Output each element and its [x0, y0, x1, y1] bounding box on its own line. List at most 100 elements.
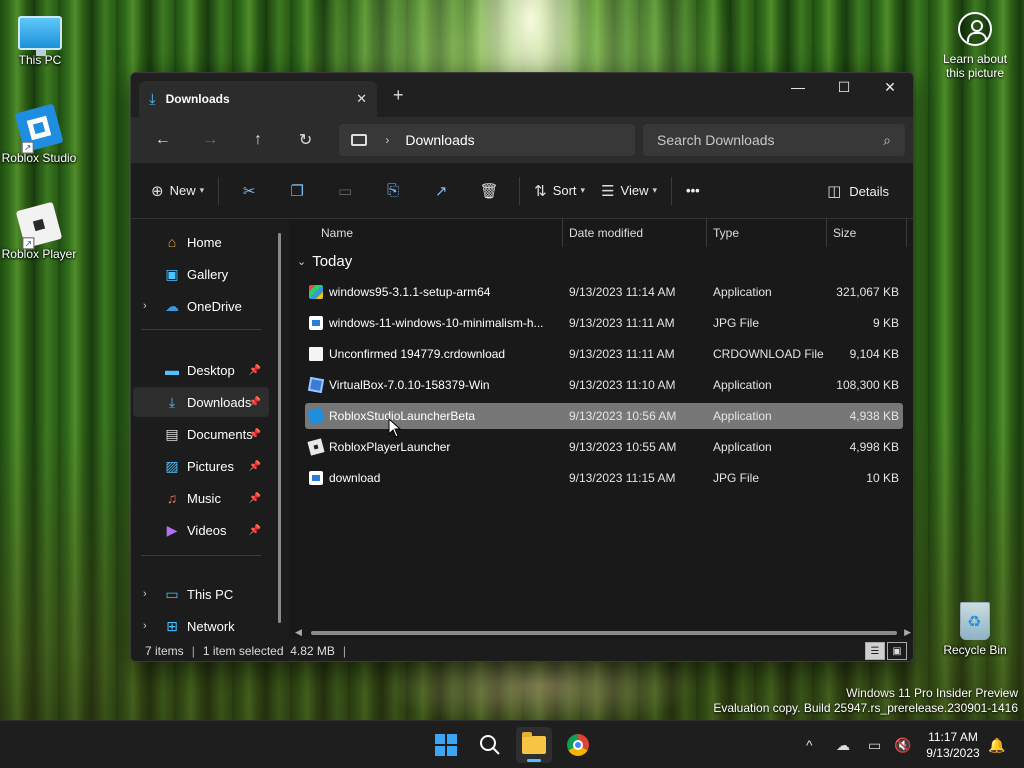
back-button[interactable]: ← — [139, 131, 187, 149]
file-row[interactable]: windows95-3.1.1-setup-arm64 9/13/2023 11… — [305, 279, 903, 305]
file-size: 321,067 KB — [836, 285, 899, 299]
status-separator: | — [191, 644, 195, 658]
nav-item-desktop[interactable]: ▬ Desktop 📌 — [133, 355, 269, 385]
rename-button[interactable]: ⎘ — [369, 175, 417, 207]
nav-item-downloads[interactable]: ⤓ Downloads 📌 — [133, 387, 269, 417]
pc-icon: ▭ — [165, 585, 179, 602]
details-button[interactable]: ◫ Details — [819, 175, 897, 207]
copy-button[interactable]: ❐ — [273, 175, 321, 207]
nav-item-this-pc[interactable]: › ▭ This PC — [133, 579, 269, 609]
column-header-date[interactable]: Date modified — [563, 219, 707, 247]
status-separator: | — [342, 644, 347, 658]
taskbar-search-button[interactable] — [472, 727, 508, 763]
file-row[interactable]: Unconfirmed 194779.crdownload 9/13/2023 … — [305, 341, 903, 367]
taskbar-clock[interactable]: 11:17 AM 9/13/2023 — [918, 729, 988, 761]
details-view-icon[interactable]: ☰ — [865, 642, 885, 660]
file-type: Application — [713, 378, 772, 392]
nav-item-home[interactable]: ⌂ Home — [133, 227, 269, 257]
chevron-right-icon[interactable]: › — [143, 620, 147, 632]
learn-about-picture[interactable]: Learn about this picture — [938, 12, 1012, 80]
desktop-icon-roblox-player[interactable]: ↗ Roblox Player — [0, 201, 81, 261]
onedrive-tray-icon[interactable]: ☁ — [836, 721, 850, 768]
group-header-today[interactable]: ⌄ Today — [297, 253, 352, 270]
scissors-icon: ✂ — [242, 182, 256, 200]
file-row[interactable]: windows-11-windows-10-minimalism-h... 9/… — [305, 310, 903, 336]
delete-button[interactable]: 🗑 — [465, 175, 513, 207]
clock-time: 11:17 AM — [928, 730, 978, 744]
more-options-button[interactable]: ••• — [678, 175, 708, 207]
minimize-button[interactable]: — — [775, 73, 821, 101]
new-button[interactable]: ⊕ New ▾ — [143, 175, 212, 207]
roblox-player-icon: ↗ — [15, 201, 63, 250]
file-date: 9/13/2023 11:11 AM — [569, 347, 675, 361]
clipboard-icon: ▭ — [338, 182, 353, 200]
rename-icon: ⎘ — [387, 182, 400, 199]
scroll-right-icon[interactable]: ▶ — [904, 627, 911, 638]
nav-label: Desktop — [187, 362, 235, 378]
column-header-type[interactable]: Type — [707, 219, 827, 247]
forward-button[interactable]: → — [187, 131, 235, 149]
paste-button[interactable]: ▭ — [321, 175, 369, 207]
chevron-right-icon[interactable]: › — [385, 133, 389, 147]
desktop-icon: ▬ — [165, 362, 179, 378]
desktop-icon-roblox-studio[interactable]: ↗ Roblox Studio — [0, 103, 81, 165]
scrollbar-thumb[interactable] — [311, 631, 897, 635]
search-input[interactable]: Search Downloads ⌕ — [643, 124, 906, 156]
sort-button[interactable]: ⇅ Sort ▾ — [526, 175, 593, 207]
gallery-icon: ▣ — [165, 265, 179, 282]
close-button[interactable]: ✕ — [867, 73, 913, 101]
refresh-button[interactable]: ↻ — [282, 130, 330, 150]
chevron-right-icon[interactable]: › — [143, 300, 147, 312]
taskbar-chrome[interactable] — [560, 727, 596, 763]
nav-item-gallery[interactable]: ▣ Gallery — [133, 259, 269, 289]
file-type: Application — [713, 440, 772, 454]
file-size: 10 KB — [866, 471, 899, 485]
file-date: 9/13/2023 11:14 AM — [569, 285, 676, 299]
column-header-size[interactable]: Size — [827, 219, 907, 247]
nav-item-documents[interactable]: ▤ Documents 📌 — [133, 419, 269, 449]
share-button[interactable]: ↗ — [417, 175, 465, 207]
folder-icon — [522, 732, 546, 754]
nav-item-music[interactable]: ♫ Music 📌 — [133, 483, 269, 513]
desktop-icon-this-pc[interactable]: This PC — [0, 10, 82, 67]
taskbar-file-explorer[interactable] — [516, 727, 552, 763]
desktop-icon-recycle-bin[interactable]: Recycle Bin — [933, 598, 1017, 657]
breadcrumb[interactable]: › Downloads — [339, 124, 636, 156]
chrome-icon — [567, 734, 589, 756]
nav-item-videos[interactable]: ▶ Videos 📌 — [133, 515, 269, 545]
new-tab-button[interactable]: + — [393, 85, 404, 106]
item-count: 7 items — [145, 644, 184, 658]
nav-label: This PC — [187, 586, 234, 602]
learn-line2: this picture — [945, 66, 1005, 80]
up-button[interactable]: ↑ — [234, 131, 282, 149]
start-button[interactable] — [428, 727, 464, 763]
breadcrumb-location[interactable]: Downloads — [405, 132, 474, 148]
view-button[interactable]: ☰ View ▾ — [593, 175, 665, 207]
file-row[interactable]: download 9/13/2023 11:15 AM JPG File 10 … — [305, 465, 903, 491]
horizontal-scrollbar[interactable]: ◀ ▶ — [295, 627, 911, 637]
file-name: windows95-3.1.1-setup-arm64 — [329, 285, 491, 299]
file-type: CRDOWNLOAD File — [713, 347, 824, 361]
cut-button[interactable]: ✂ — [225, 175, 273, 207]
nav-item-onedrive[interactable]: › ☁ OneDrive — [133, 291, 269, 321]
download-icon: ⤓ — [149, 90, 156, 108]
close-tab-icon[interactable]: ✕ — [356, 91, 367, 107]
pin-icon: 📌 — [248, 524, 261, 536]
network-tray-icon[interactable]: ▭ — [868, 721, 881, 768]
file-name: VirtualBox-7.0.10-158379-Win — [329, 378, 490, 392]
maximize-button[interactable]: ☐ — [821, 73, 867, 101]
nav-item-network[interactable]: › ⊞ Network — [133, 611, 269, 641]
column-header-name[interactable]: Name — [315, 219, 563, 247]
tray-overflow-button[interactable]: ^ — [806, 721, 813, 768]
chevron-right-icon[interactable]: › — [143, 588, 147, 600]
tab-downloads[interactable]: ⤓ Downloads ✕ — [139, 81, 377, 117]
tiles-view-icon[interactable]: ▣ — [887, 642, 907, 660]
scroll-left-icon[interactable]: ◀ — [295, 627, 302, 638]
nav-item-pictures[interactable]: ▨ Pictures 📌 — [133, 451, 269, 481]
nav-label: Home — [187, 234, 222, 250]
nav-scrollbar[interactable] — [278, 233, 281, 623]
image-file-icon — [309, 471, 323, 485]
volume-muted-icon[interactable]: 🔇 — [894, 721, 911, 768]
file-row[interactable]: VirtualBox-7.0.10-158379-Win 9/13/2023 1… — [305, 372, 903, 398]
notification-bell-icon[interactable]: 🔔 — [988, 721, 1005, 768]
